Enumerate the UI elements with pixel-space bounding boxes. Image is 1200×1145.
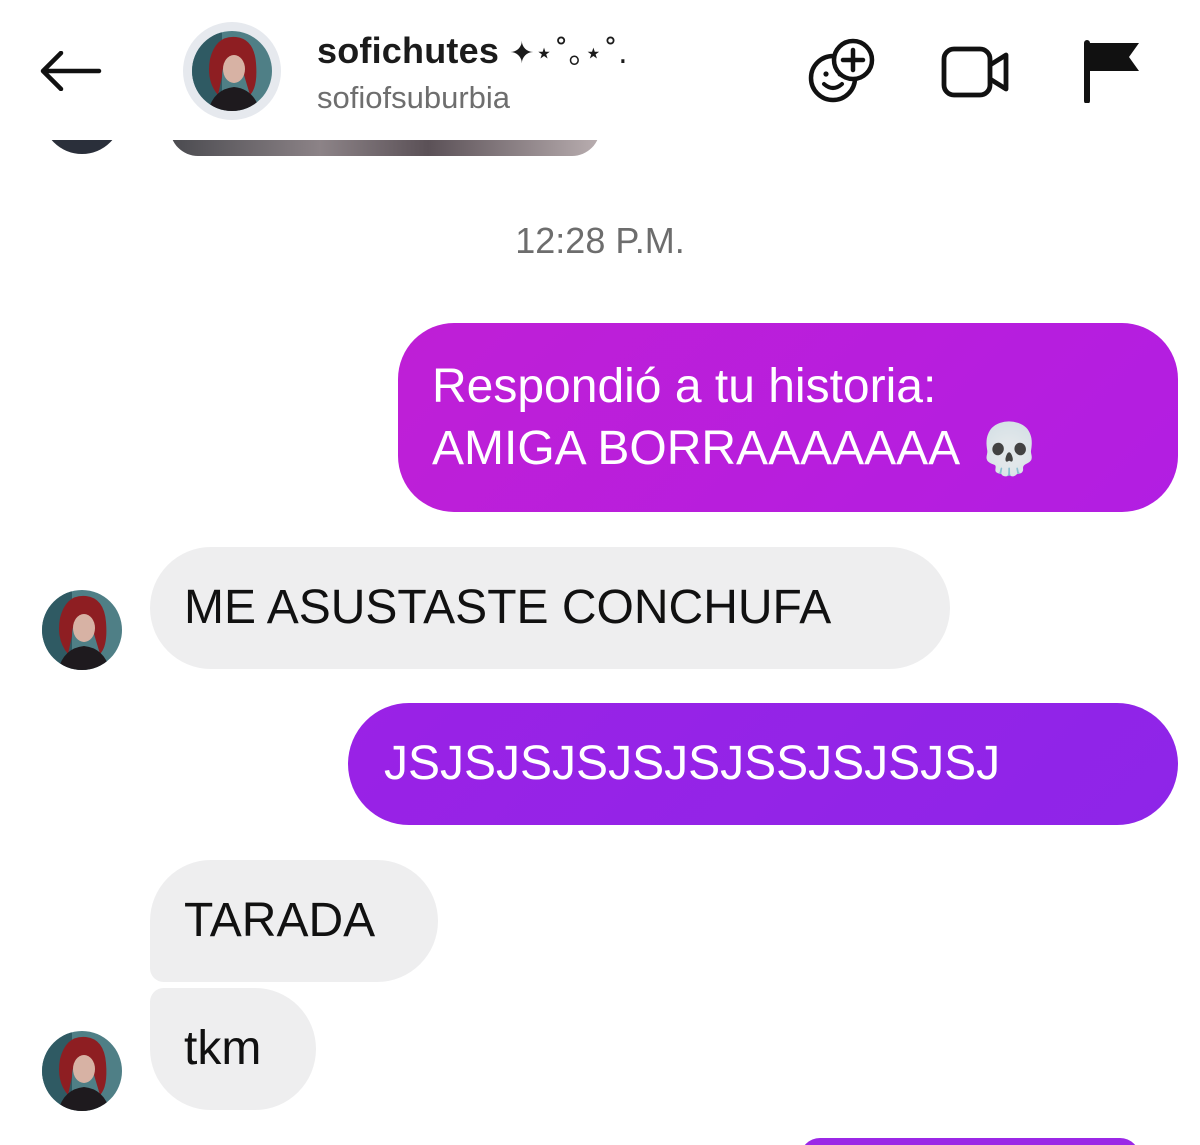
message-text: TARADA [184,894,376,947]
outgoing-message-bubble[interactable]: Respondió a tu historia: AMIGA BORRAAAAA… [398,323,1178,512]
message-text: tkm [184,1022,262,1075]
display-name-text: sofichutes [317,30,500,71]
video-camera-icon [941,46,1009,98]
message-text: AMIGA BORRAAAAAAA [432,421,961,475]
sender-avatar[interactable] [42,1031,122,1111]
skull-emoji: 💀 [978,419,1041,478]
chat-header: sofichutes ✦⋆˚｡⋆˚. sofiofsuburbia [0,0,1200,140]
report-button[interactable] [1074,38,1146,104]
incoming-message-bubble[interactable]: TARADA [150,860,438,982]
story-reply-label: Respondió a tu historia: [432,359,937,413]
next-outgoing-message-bubble[interactable] [800,1138,1140,1145]
video-call-button[interactable] [940,38,1012,104]
chat-screen: sofichutes ✦⋆˚｡⋆˚. sofiofsuburbia 12:28 … [0,0,1200,1145]
outgoing-message-bubble[interactable]: JSJSJSJSJSJSJSSJSJSJSJ [348,703,1178,825]
incoming-message-bubble[interactable]: ME ASUSTASTE CONCHUFA [150,547,950,669]
message-text: ME ASUSTASTE CONCHUFA [184,581,832,634]
incoming-message-bubble[interactable]: tkm [150,988,316,1110]
arrow-left-icon [40,51,102,91]
sender-avatar[interactable] [42,590,122,670]
avatar-photo [192,31,272,111]
contact-display-name[interactable]: sofichutes ✦⋆˚｡⋆˚. [317,28,628,72]
message-text: JSJSJSJSJSJSJSSJSJSJSJ [384,737,1001,790]
back-button[interactable] [30,36,110,106]
message-timestamp: 12:28 P.M. [515,220,685,261]
avatar-photo [42,1031,122,1111]
contact-avatar[interactable] [183,22,281,120]
flag-icon [1084,40,1139,103]
avatar-photo [42,590,122,670]
effects-button[interactable] [806,38,878,104]
contact-username[interactable]: sofiofsuburbia [317,80,510,116]
face-plus-icon [808,38,875,103]
display-name-decoration: ✦⋆˚｡⋆˚. [509,36,628,71]
